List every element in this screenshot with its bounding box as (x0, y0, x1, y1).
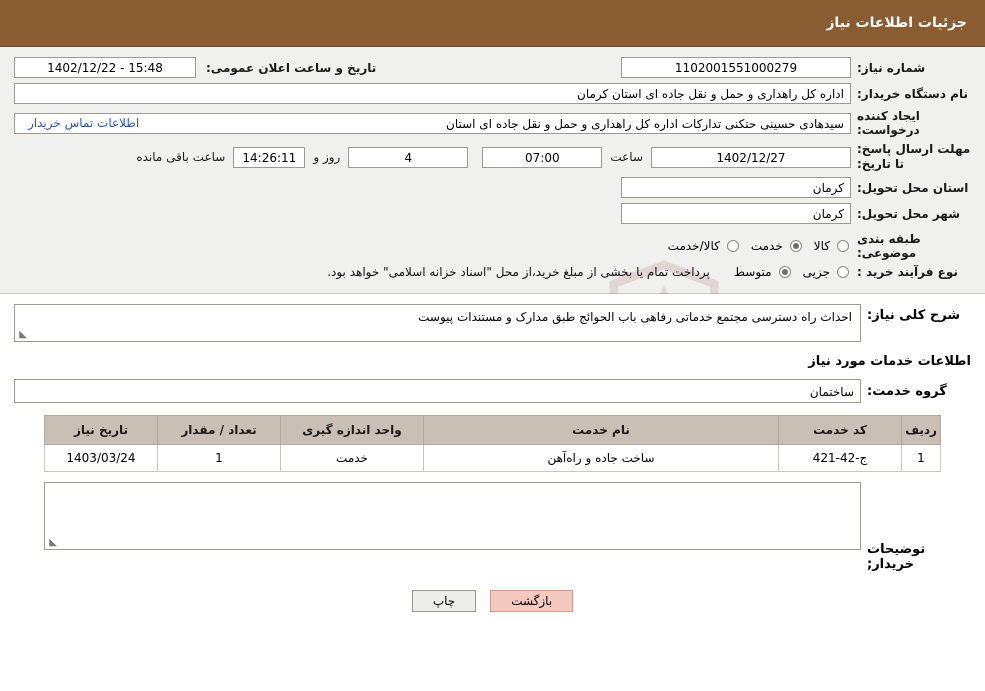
row-requester: ایجاد کننده درخواست: سیدهادی حسینی حتکنی… (14, 109, 971, 137)
buyer-notes-label: توضیحات خریدار; (867, 542, 926, 572)
category-option-khedmat-label: خدمت (750, 239, 783, 253)
requester-label: ایجاد کننده درخواست: (857, 109, 920, 137)
general-desc-label: شرح کلی نیاز: (867, 308, 961, 323)
col-need-date: تاریخ نیاز (44, 415, 158, 445)
need-number-label: شماره نیاز: (857, 60, 926, 75)
print-button[interactable]: چاپ (411, 590, 477, 612)
col-service-code: کد خدمت (778, 415, 902, 445)
category-option-kala-khedmat-label: کالا/خدمت (667, 239, 720, 253)
category-label: طبقه بندی موضوعی: (857, 232, 921, 260)
category-option-kala-label: کالا (813, 239, 830, 253)
buyer-org-value: اداره کل راهداری و حمل و نقل جاده ای است… (14, 83, 851, 104)
deadline-hour-label: ساعت (610, 150, 643, 164)
need-number-value: 1102001551000279 (621, 57, 851, 78)
radio-motavaset-icon[interactable] (778, 266, 791, 278)
requester-value-field: سیدهادی حسینی حتکنی تدارکات اداره کل راه… (14, 112, 851, 134)
need-summary-panel: AriaTender.net شماره نیاز: 1102001551000… (0, 47, 985, 380)
radio-kala-khedmat-icon[interactable] (726, 240, 739, 252)
cell-need-date: 1403/03/24 (44, 444, 158, 472)
service-group-label: گروه خدمت: (867, 383, 947, 399)
deadline-date-value: 1402/12/27 (651, 146, 851, 168)
back-button[interactable]: بازگشت (490, 590, 574, 612)
col-radif: ردیف (901, 415, 941, 445)
deadline-hour-value: 07:00 (482, 146, 603, 168)
page-header: جزئیات اطلاعات نیاز (0, 0, 985, 47)
category-option-khedmat[interactable]: خدمت (741, 239, 802, 253)
buyer-notes-value[interactable]: ◣ (44, 482, 861, 550)
table-header-row: ردیف کد خدمت نام خدمت واحد اندازه گیری ت… (44, 415, 941, 445)
remaining-days-value: 4 (348, 146, 469, 168)
province-value: کرمان (621, 177, 851, 198)
footer-actions: بازگشت چاپ (0, 576, 985, 622)
notes-resize-handle-icon[interactable]: ◣ (47, 538, 57, 548)
city-value: کرمان (621, 203, 851, 224)
province-label: استان محل تحویل: (857, 180, 969, 195)
cell-unit: خدمت (280, 444, 424, 472)
resize-handle-icon[interactable]: ◣ (17, 330, 27, 340)
row-service-group: گروه خدمت: ساختمان (14, 379, 971, 403)
buyer-contact-link[interactable]: اطلاعات تماس خریدار (28, 116, 139, 130)
process-option-jozii-label: جزیی (802, 265, 830, 279)
cell-quantity: 1 (157, 444, 281, 472)
page-title: جزئیات اطلاعات نیاز (826, 15, 967, 31)
items-table-wrap: ردیف کد خدمت نام خدمت واحد اندازه گیری ت… (14, 415, 971, 472)
row-buyer-notes: توضیحات خریدار; ◣ (14, 482, 971, 572)
row-process: نوع فرآیند خرید : جزیی متوسط پرداخت تمام… (14, 265, 971, 279)
remaining-days-label: روز و (313, 150, 341, 164)
radio-jozii-icon[interactable] (837, 266, 849, 278)
row-deadline: مهلت ارسال پاسخ: تا تاریخ: 1402/12/27 سا… (14, 142, 971, 172)
process-option-jozii[interactable]: جزیی (793, 265, 849, 279)
general-desc-text: احداث راه دسترسی مجتمع خدماتی رفاهی باب … (418, 310, 852, 324)
row-city: شهر محل تحویل: کرمان (14, 203, 971, 224)
col-quantity: تعداد / مقدار (157, 415, 281, 445)
buyer-contact-link-wrap[interactable]: اطلاعات تماس خریدار (28, 116, 139, 130)
row-need-number: شماره نیاز: 1102001551000279 تاریخ و ساع… (14, 57, 971, 78)
general-desc-value[interactable]: احداث راه دسترسی مجتمع خدماتی رفاهی باب … (14, 304, 861, 342)
announce-datetime-value: 15:48 - 1402/12/22 (14, 57, 196, 78)
need-details-section: شرح کلی نیاز: احداث راه دسترسی مجتمع خدم… (0, 294, 985, 576)
radio-kala-icon[interactable] (837, 240, 849, 252)
buyer-org-label: نام دستگاه خریدار: (857, 86, 968, 101)
row-province: استان محل تحویل: کرمان (14, 177, 971, 198)
remaining-time-label: ساعت باقی مانده (136, 150, 226, 164)
row-buyer-org: نام دستگاه خریدار: اداره کل راهداری و حم… (14, 83, 971, 104)
announce-datetime-label: تاریخ و ساعت اعلان عمومی: (206, 60, 377, 75)
city-label: شهر محل تحویل: (857, 206, 961, 221)
process-option-motavaset[interactable]: متوسط (724, 265, 791, 279)
requester-value: سیدهادی حسینی حتکنی تدارکات اداره کل راه… (446, 116, 844, 131)
col-service-name: نام خدمت (423, 415, 779, 445)
items-table: ردیف کد خدمت نام خدمت واحد اندازه گیری ت… (44, 415, 941, 472)
process-option-motavaset-label: متوسط (733, 265, 772, 279)
service-group-value: ساختمان (14, 379, 861, 403)
process-label: نوع فرآیند خرید : (857, 265, 958, 279)
cell-service-name: ساخت جاده و راه‌آهن (423, 444, 779, 472)
buyer-notes-text (45, 483, 860, 493)
category-option-kala-khedmat[interactable]: کالا/خدمت (658, 239, 739, 253)
row-category: طبقه بندی موضوعی: کالا خدمت کالا/خدمت (14, 232, 971, 260)
table-row: 1 ج-42-421 ساخت جاده و راه‌آهن خدمت 1 14… (44, 444, 941, 472)
deadline-label: مهلت ارسال پاسخ: تا تاریخ: (857, 142, 971, 171)
radio-khedmat-icon[interactable] (789, 240, 802, 252)
process-note: پرداخت تمام یا بخشی از مبلغ خرید،از محل … (327, 265, 710, 279)
services-info-title: اطلاعات خدمات مورد نیاز (808, 354, 971, 369)
row-general-desc: شرح کلی نیاز: احداث راه دسترسی مجتمع خدم… (14, 304, 971, 342)
col-unit: واحد اندازه گیری (280, 415, 424, 445)
cell-service-code: ج-42-421 (778, 444, 902, 472)
remaining-time-value: 14:26:11 (233, 146, 306, 168)
cell-radif: 1 (901, 444, 941, 472)
category-option-kala[interactable]: کالا (804, 239, 849, 253)
